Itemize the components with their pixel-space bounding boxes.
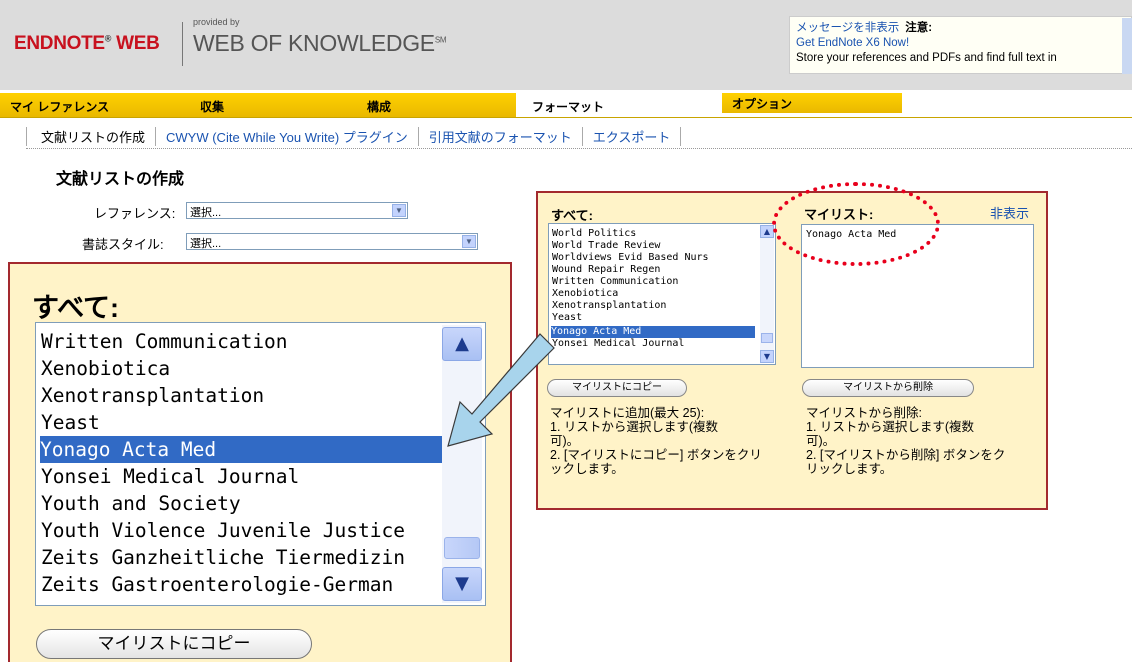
subnav-export[interactable]: エクスポート xyxy=(583,127,682,146)
chevron-down-icon[interactable]: ▼ xyxy=(760,350,774,363)
all-list-heading: すべて: xyxy=(551,208,593,223)
logo-divider xyxy=(182,22,183,66)
instruction-line: 可)。 xyxy=(806,434,836,448)
instruction-line: 2. [マイリストから削除] ボタンをク xyxy=(806,448,1006,462)
scroll-thumb[interactable] xyxy=(761,333,773,343)
instruction-line: マイリストに追加(最大 25): xyxy=(550,406,705,420)
remove-instructions: マイリストから削除: 1. リストから選択します(複数 可)。 2. [マイリス… xyxy=(806,406,1038,476)
list-item-selected[interactable]: Yonago Acta Med xyxy=(551,326,755,338)
list-item[interactable]: Xenobiotica xyxy=(552,288,618,300)
hide-message-link[interactable]: メッセージを非表示 xyxy=(796,22,899,34)
instruction-line: 1. リストから選択します(複数 xyxy=(806,420,975,434)
message-box: メッセージを非表示 注意: Get EndNote X6 Now! Store y… xyxy=(789,16,1132,74)
list-item[interactable]: Wound Repair Regen xyxy=(552,264,660,276)
add-instructions: マイリストに追加(最大 25): 1. リストから選択します(複数 可)。 2.… xyxy=(550,406,782,476)
tab-organize[interactable]: 構成 xyxy=(340,93,540,117)
list-item[interactable]: Written Communication xyxy=(41,328,461,355)
list-item[interactable]: Youth Violence Juvenile Justice xyxy=(41,517,461,544)
list-item[interactable]: Yeast xyxy=(552,312,582,324)
zoomed-copy-to-my-list-button[interactable]: マイリストにコピー xyxy=(36,629,312,659)
tab-options[interactable]: オプション xyxy=(722,93,902,113)
instruction-line: ックします。 xyxy=(550,462,624,476)
list-item[interactable]: Zeits Gastroenterologie-German xyxy=(41,571,461,598)
subnav-format-paper[interactable]: 引用文献のフォーマット xyxy=(419,127,583,146)
list-item-selected[interactable]: Yonago Acta Med xyxy=(40,436,442,463)
list-item[interactable]: Written Communication xyxy=(552,276,678,288)
style-label: 書誌スタイル: xyxy=(82,237,164,252)
style-select-value: 選択... xyxy=(190,238,222,250)
instruction-line: 2. [マイリストにコピー] ボタンをクリ xyxy=(550,448,762,462)
web-of-knowledge-logo[interactable]: WEB OF KNOWLEDGESM xyxy=(193,30,447,57)
message-text: Store your references and PDFs and find … xyxy=(796,52,1057,64)
subnav-cwyw[interactable]: CWYW (Cite While You Write) プラグイン xyxy=(156,127,419,146)
chevron-down-icon: ▼ xyxy=(462,235,476,248)
hide-link[interactable]: 非表示 xyxy=(990,203,1029,222)
zoomed-journals-listbox[interactable]: Written Communication Xenobiotica Xenotr… xyxy=(35,322,486,606)
instruction-line: リックします。 xyxy=(806,462,893,476)
list-item[interactable]: Xenotransplantation xyxy=(552,300,666,312)
list-item[interactable]: Yonsei Medical Journal xyxy=(41,463,461,490)
copy-to-my-list-button[interactable]: マイリストにコピー xyxy=(547,379,687,397)
tab-format[interactable]: フォーマット xyxy=(516,93,688,117)
list-item[interactable]: Yeast xyxy=(41,409,461,436)
all-journals-listbox[interactable]: World Politics World Trade Review Worldv… xyxy=(548,223,776,365)
endnote-web-logo[interactable]: ENDNOTE® WEB xyxy=(14,33,160,55)
callout-arrow-shape xyxy=(447,333,555,447)
tab-baseline xyxy=(0,117,1132,118)
instruction-line: 可)。 xyxy=(550,434,580,448)
style-select[interactable]: 選択... ▼ xyxy=(186,233,478,250)
provided-by-label: provided by xyxy=(193,17,240,27)
tab-collect[interactable]: 収集 xyxy=(180,93,358,117)
list-item[interactable]: Yonsei Medical Journal xyxy=(552,338,684,350)
all-list-scrollbar[interactable]: ▲ ▼ xyxy=(760,225,774,363)
message-scrollbar[interactable] xyxy=(1122,18,1132,74)
zoomed-all-heading: すべて: xyxy=(32,293,120,323)
list-item[interactable]: World Politics xyxy=(552,228,636,240)
reference-select-value: 選択... xyxy=(190,207,222,219)
subnav-bibliography[interactable]: 文献リストの作成 xyxy=(26,127,157,146)
list-item[interactable]: Youth and Society xyxy=(41,490,461,517)
arrow-icon xyxy=(447,333,555,447)
highlight-oval xyxy=(772,182,940,266)
scroll-thumb[interactable] xyxy=(444,537,480,559)
list-item[interactable]: Xenotransplantation xyxy=(41,382,461,409)
format-subnav: 文献リストの作成 CWYW (Cite While You Write) プラグイ… xyxy=(26,127,682,146)
page-title: 文献リストの作成 xyxy=(56,171,185,188)
list-item[interactable]: World Trade Review xyxy=(552,240,660,252)
instruction-line: 1. リストから選択します(複数 xyxy=(550,420,719,434)
get-endnote-link[interactable]: Get EndNote X6 Now! xyxy=(796,36,1131,51)
reference-label: レファレンス: xyxy=(94,206,176,221)
list-item[interactable]: Worldviews Evid Based Nurs xyxy=(552,252,709,264)
tab-my-references[interactable]: マイ レファレンス xyxy=(0,93,190,117)
chevron-down-icon: ▼ xyxy=(392,204,406,217)
remove-from-my-list-button[interactable]: マイリストから削除 xyxy=(802,379,974,397)
subnav-divider xyxy=(26,148,1132,149)
reference-select[interactable]: 選択... ▼ xyxy=(186,202,408,219)
chevron-down-icon[interactable]: ▼ xyxy=(442,567,482,601)
message-title: 注意: xyxy=(905,22,933,34)
list-item[interactable]: Xenobiotica xyxy=(41,355,461,382)
list-item[interactable]: Zeits Ganzheitliche Tiermedizin xyxy=(41,544,461,571)
instruction-line: マイリストから削除: xyxy=(806,406,922,420)
